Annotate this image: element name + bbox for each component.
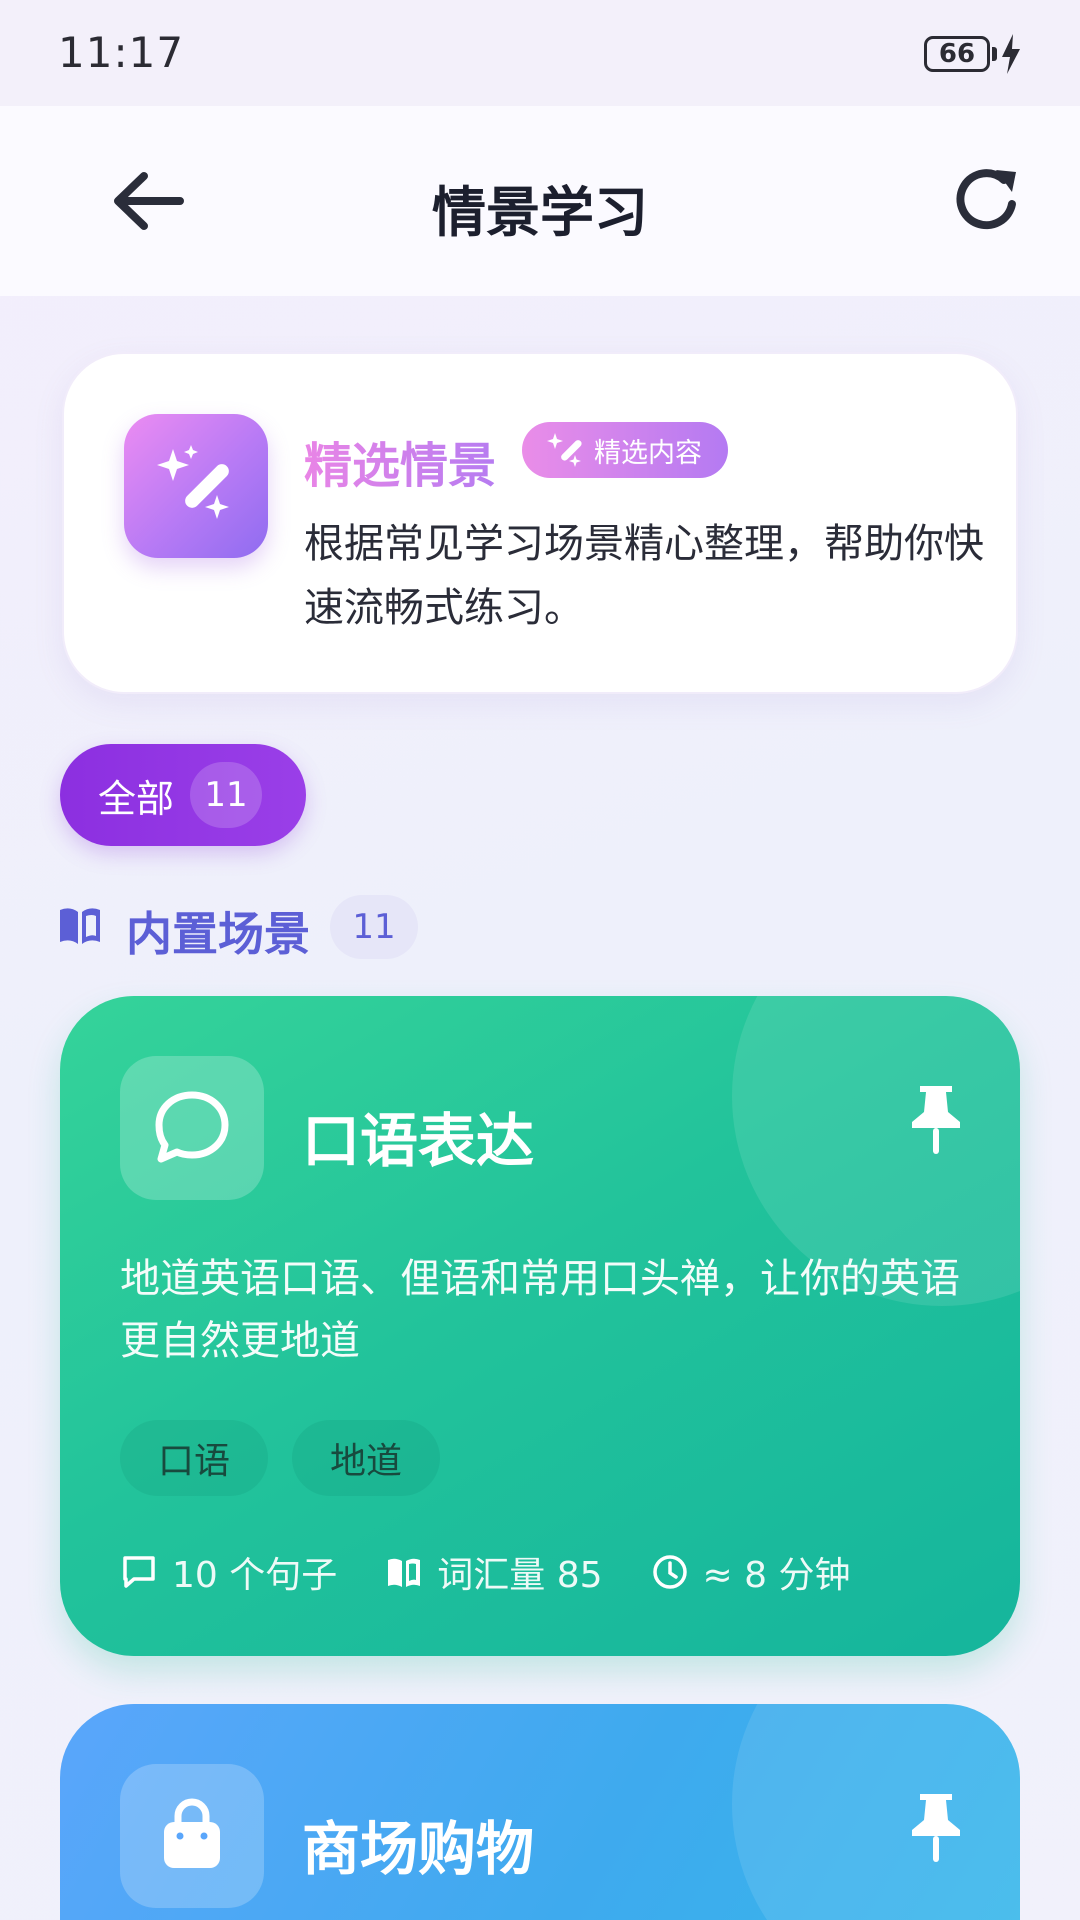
- pin-icon[interactable]: [910, 1084, 962, 1156]
- featured-description: 根据常见学习场景精心整理，帮助你快速流畅式练习。: [304, 521, 984, 631]
- decorative-circle: [732, 1704, 1020, 1920]
- filter-chip-all[interactable]: 全部 11: [60, 744, 306, 846]
- open-book-icon: [60, 908, 100, 944]
- shopping-bag-icon: [120, 1764, 264, 1908]
- section-count-badge: 11: [330, 895, 418, 959]
- scene-description: 地道英语口语、俚语和常用口头禅，让你的英语更自然更地道: [120, 1256, 960, 1364]
- message-square-icon: [123, 1556, 155, 1588]
- tag-list: 口语 地道: [120, 1420, 441, 1496]
- stat-vocabulary: 词汇量 85: [385, 1546, 603, 1598]
- battery-icon: 66: [924, 36, 990, 72]
- app-header: 情景学习: [0, 106, 1080, 296]
- scene-card[interactable]: 商场购物: [60, 1704, 1020, 1920]
- featured-badge: 精选内容: [522, 422, 728, 478]
- stat-duration: ≈ 8 分钟: [651, 1546, 851, 1598]
- chat-bubble-icon: [120, 1056, 264, 1200]
- battery-level: 66: [938, 39, 976, 69]
- stat-duration-label: ≈ 8 分钟: [702, 1555, 851, 1596]
- status-bar: 11:17 66: [0, 0, 1080, 106]
- charging-bolt-icon: [1002, 34, 1020, 74]
- featured-title: 精选情景: [304, 426, 496, 496]
- stat-sentences-label: 10 个句子: [172, 1555, 338, 1596]
- section-title: 内置场景: [126, 907, 310, 961]
- stat-vocabulary-label: 词汇量 85: [437, 1555, 603, 1596]
- book-icon: [388, 1558, 421, 1587]
- sparkle-wand-icon: [547, 433, 582, 467]
- magic-wand-icon: [124, 414, 268, 558]
- tag-item: 地道: [292, 1420, 441, 1496]
- refresh-icon[interactable]: [952, 164, 1024, 236]
- scene-card[interactable]: 口语表达 地道英语口语、俚语和常用口头禅，让你的英语更自然更地道 口语 地道 1…: [60, 996, 1020, 1656]
- tag-item: 口语: [120, 1420, 269, 1496]
- status-time: 11:17: [58, 28, 185, 77]
- stat-sentences: 10 个句子: [120, 1546, 337, 1598]
- scene-title: 商场购物: [302, 1815, 535, 1883]
- battery-cap: [992, 47, 997, 61]
- page-title: 情景学习: [432, 181, 648, 244]
- scene-stats: 10 个句子 词汇量 85 ≈ 8 分钟: [120, 1546, 899, 1598]
- filter-count-badge: 11: [190, 762, 263, 828]
- featured-badge-label: 精选内容: [594, 437, 702, 469]
- pin-icon[interactable]: [910, 1792, 962, 1864]
- filter-label: 全部: [98, 776, 175, 821]
- featured-card: 精选情景 精选内容 根据常见学习场景精心整理，帮助你快速流畅式练习。: [62, 352, 1018, 694]
- scene-title: 口语表达: [302, 1107, 535, 1175]
- clock-icon: [652, 1555, 687, 1589]
